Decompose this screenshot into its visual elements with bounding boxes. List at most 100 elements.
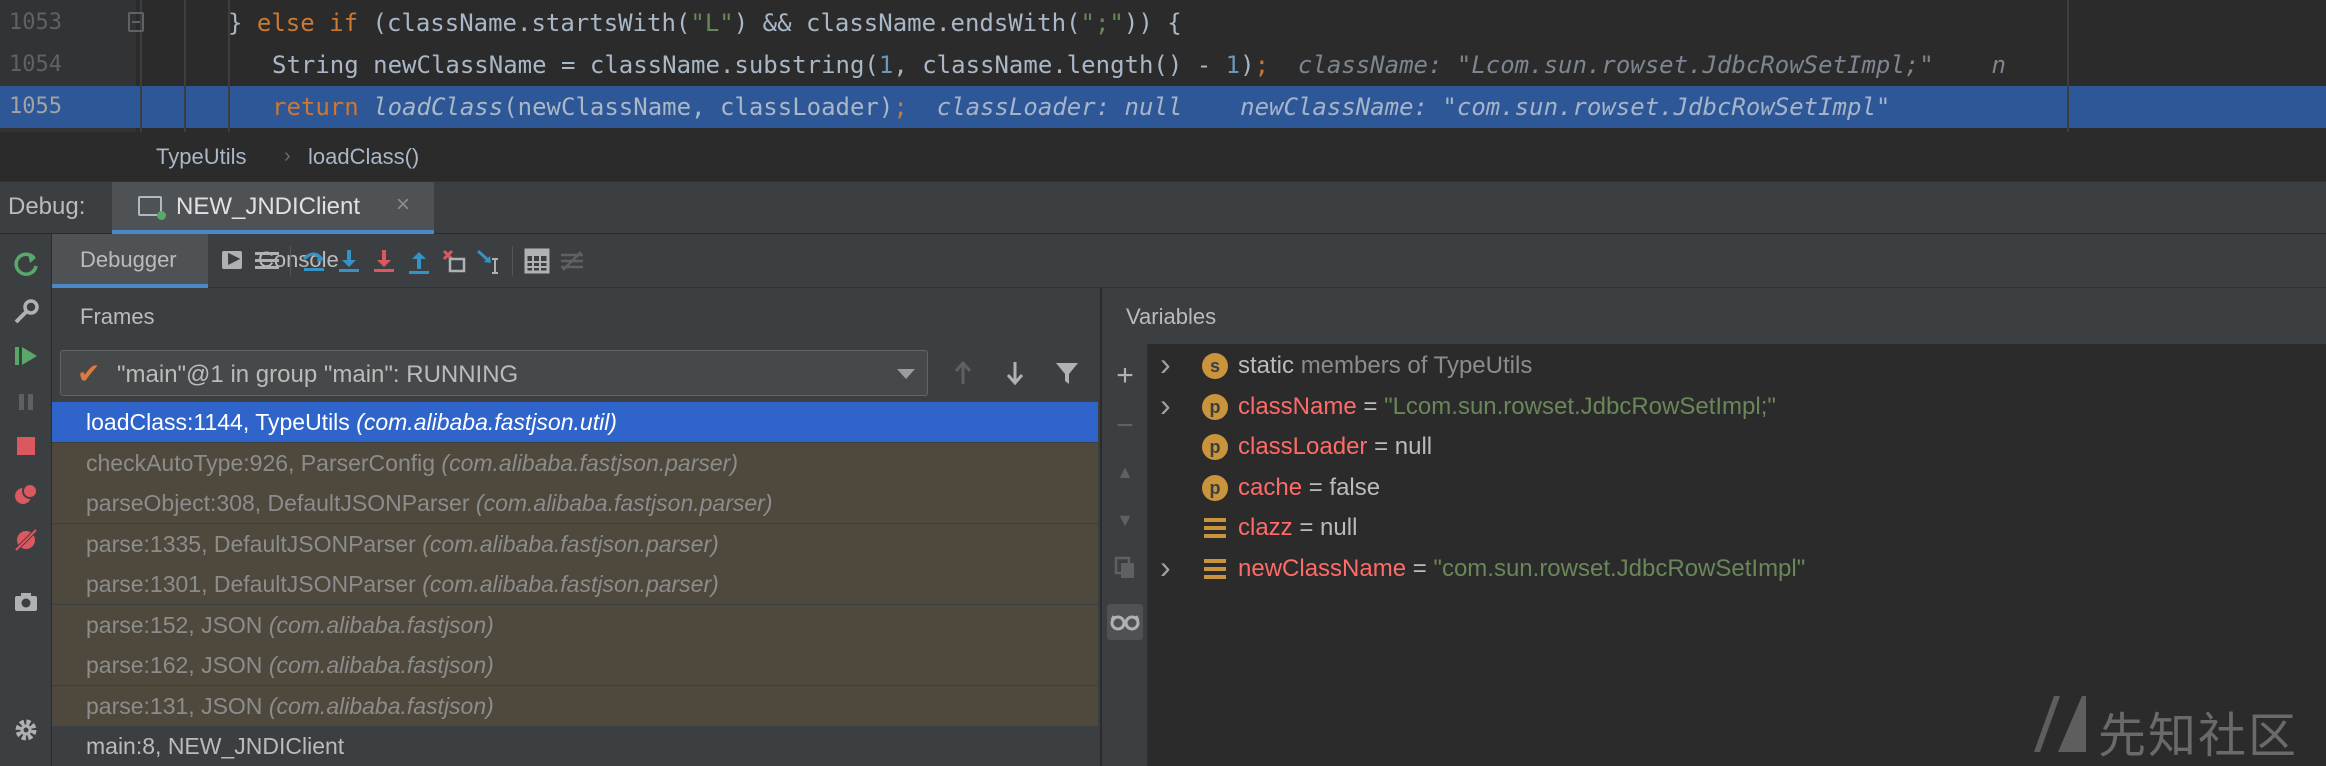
code-token: String newClassName = className.substrin… (272, 51, 879, 79)
chevron-right-icon[interactable]: › (1160, 344, 1171, 384)
frame-row[interactable]: loadClass:1144, TypeUtils (com.alibaba.f… (52, 402, 1098, 442)
move-up-icon[interactable]: ▲ (1107, 454, 1143, 490)
step-over-icon[interactable] (333, 245, 365, 277)
frame-row[interactable]: checkAutoType:926, ParserConfig (com.ali… (52, 443, 1098, 483)
frame-row[interactable]: main:8, NEW_JNDIClient (52, 726, 1098, 766)
line-number: 1055 (9, 94, 62, 119)
wrench-icon[interactable] (6, 292, 46, 332)
fold-marker-icon[interactable] (128, 12, 144, 32)
run-config-icon (138, 196, 166, 220)
glasses-icon[interactable] (1107, 604, 1143, 640)
pause-icon[interactable] (6, 382, 46, 422)
rerun-icon[interactable] (6, 244, 46, 284)
code-line-1054[interactable]: 1054 String newClassName = className.sub… (0, 44, 2326, 86)
breadcrumb-item-loadclass[interactable]: loadClass() (308, 144, 419, 170)
tab-debug-session[interactable]: NEW_JNDIClient × (112, 182, 434, 234)
move-down-icon[interactable]: ▼ (1107, 502, 1143, 538)
debug-title-bar: Debug: NEW_JNDIClient × (0, 182, 2326, 234)
code-token: )) { (1123, 9, 1182, 37)
run-to-cursor-icon[interactable] (473, 245, 505, 277)
view-breakpoints-icon[interactable] (6, 474, 46, 514)
chevron-right-icon[interactable]: › (1160, 385, 1171, 425)
frame-package: (com.alibaba.fastjson.util) (356, 409, 617, 435)
trace-current-stream-icon[interactable] (556, 245, 588, 277)
variable-row[interactable]: › newClassName = "com.sun.rowset.JdbcRowS… (1148, 549, 2326, 589)
step-out-icon[interactable] (403, 245, 435, 277)
frame-row[interactable]: parse:131, JSON (com.alibaba.fastjson) (52, 686, 1098, 726)
variable-name: newClassName (1238, 555, 1407, 582)
variable-row[interactable]: p classLoader = null (1148, 427, 2326, 467)
variable-value: "Lcom.sun.rowset.JdbcRowSetImpl;" (1384, 393, 1776, 420)
code-token: ) (1240, 51, 1255, 79)
add-watch-icon[interactable]: + (1107, 358, 1143, 394)
equals-sign: = (1302, 474, 1330, 501)
variable-value: false (1329, 474, 1381, 501)
variables-toolbar: + − ▲ ▼ (1102, 344, 1148, 766)
resume-icon[interactable] (6, 336, 46, 376)
filter-icon[interactable] (1048, 354, 1086, 392)
line-number: 1053 (9, 10, 62, 35)
parameter-badge-icon: p (1202, 475, 1228, 501)
camera-icon[interactable] (6, 582, 46, 622)
toolbar-separator (290, 246, 291, 276)
code-token: 1 (878, 51, 894, 79)
previous-frame-icon[interactable] (944, 354, 982, 392)
variable-name: classLoader (1238, 433, 1368, 460)
variable-text: className = "Lcom.sun.rowset.JdbcRowSetI… (1238, 387, 1776, 427)
toolbar-separator (512, 246, 513, 276)
step-into-icon[interactable] (368, 245, 400, 277)
code-token: ; (1254, 51, 1270, 79)
code-editor[interactable]: 1053 } else if (className.startsWith("L"… (0, 0, 2326, 132)
show-execution-point-icon[interactable] (298, 245, 330, 277)
evaluate-expression-icon[interactable] (521, 245, 553, 277)
layout-menu-icon[interactable] (252, 245, 284, 277)
equals-sign: = (1356, 393, 1385, 420)
code-token: ; (893, 93, 908, 121)
variable-row[interactable]: › s static members of TypeUtils (1148, 346, 2326, 386)
drop-frame-icon[interactable] (438, 245, 470, 277)
frame-method: parse:1301, DefaultJSONParser (86, 571, 423, 597)
variable-row[interactable]: › p className = "Lcom.sun.rowset.JdbcRowSe… (1148, 387, 2326, 427)
session-name: NEW_JNDIClient (176, 193, 361, 220)
chevron-right-icon[interactable]: › (1160, 547, 1171, 587)
debugger-tabs-toolbar: Debugger ▶ Console (52, 234, 2326, 288)
code-token: , className.length() - (893, 51, 1226, 79)
variable-name: className (1238, 393, 1357, 420)
variable-text: classLoader = null (1238, 427, 1432, 467)
equals-sign: = (1292, 514, 1321, 541)
frame-row[interactable]: parse:1335, DefaultJSONParser (com.aliba… (52, 524, 1098, 564)
watermark-text: 先知社区 (2098, 708, 2299, 764)
variable-text: newClassName = "com.sun.rowset.JdbcRowSe… (1238, 549, 1805, 589)
stop-icon[interactable] (6, 426, 46, 466)
frame-row[interactable]: parse:162, JSON (com.alibaba.fastjson) (52, 645, 1098, 685)
code-text: String newClassName = className.substrin… (272, 44, 2006, 86)
breadcrumb-item-typeutils[interactable]: TypeUtils (156, 144, 246, 170)
code-line-1053[interactable]: 1053 } else if (className.startsWith("L"… (0, 2, 2326, 44)
next-frame-icon[interactable] (996, 354, 1034, 392)
variable-row[interactable]: p cache = false (1148, 468, 2326, 508)
duplicate-watch-icon[interactable] (1107, 550, 1143, 586)
frame-package: (com.alibaba.fastjson.parser) (441, 450, 738, 476)
equals-sign: = (1367, 433, 1395, 460)
frame-row[interactable]: parseObject:308, DefaultJSONParser (com.… (52, 483, 1098, 523)
frame-row[interactable]: parse:152, JSON (com.alibaba.fastjson) (52, 605, 1098, 645)
variable-row[interactable]: clazz = null (1148, 508, 2326, 548)
settings-icon[interactable] (6, 710, 46, 750)
code-line-1055-current[interactable]: 1055 return loadClass(newClassName, clas… (0, 86, 2326, 128)
frame-method: parseObject:308, DefaultJSONParser (86, 490, 476, 516)
code-token: return (272, 93, 374, 121)
close-icon[interactable]: × (396, 191, 410, 219)
thread-selector[interactable]: ✔ "main"@1 in group "main": RUNNING (60, 350, 928, 396)
variables-header-bar: Variables (1102, 288, 2326, 344)
console-icon-glyph: ▶ (228, 250, 241, 267)
tab-debugger[interactable]: Debugger (52, 234, 208, 288)
code-token: else if (256, 9, 373, 37)
remove-watch-icon[interactable]: − (1107, 408, 1143, 444)
debug-left-toolbar (0, 234, 52, 766)
mute-breakpoints-icon[interactable] (6, 520, 46, 560)
frame-package: (com.alibaba.fastjson) (268, 652, 494, 678)
frame-row[interactable]: parse:1301, DefaultJSONParser (com.aliba… (52, 564, 1098, 604)
frames-list: loadClass:1144, TypeUtils (com.alibaba.f… (52, 402, 1098, 766)
variable-name: cache (1238, 474, 1303, 501)
